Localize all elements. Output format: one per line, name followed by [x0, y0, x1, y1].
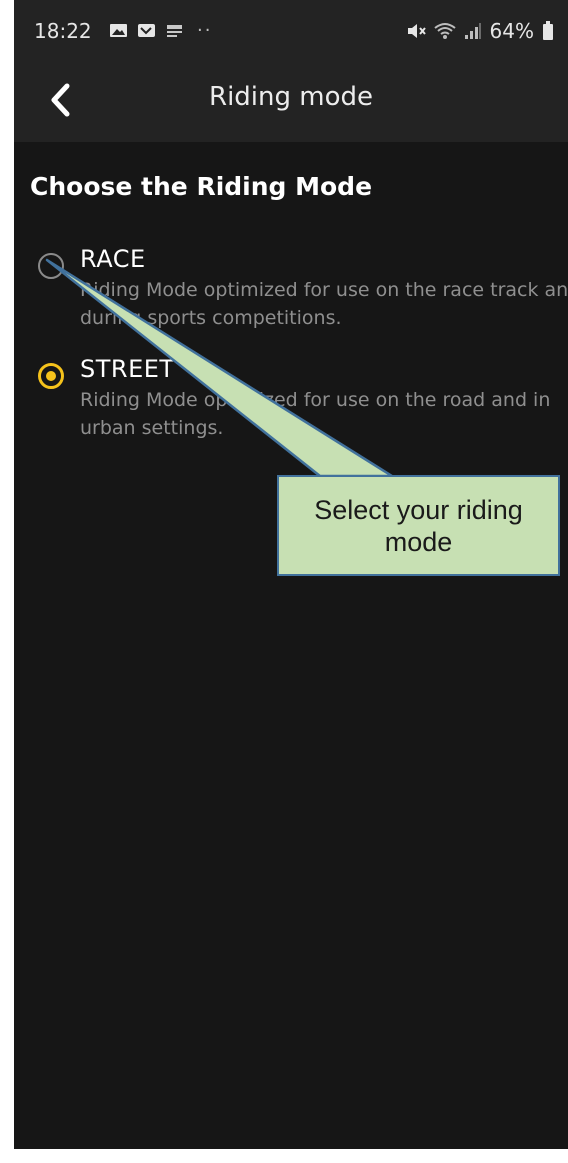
signal-icon	[464, 23, 481, 39]
gallery-icon	[110, 24, 127, 37]
more-notifications-dots: ··	[197, 20, 213, 41]
wifi-icon	[433, 23, 456, 39]
street-radio-button[interactable]	[38, 363, 64, 389]
annotation-callout: Select your riding mode	[277, 475, 560, 576]
battery-percent: 64%	[489, 19, 534, 43]
race-option[interactable]: RACE Riding Mode optimized for use on th…	[30, 245, 568, 335]
race-option-label: RACE	[80, 245, 146, 273]
app-bar: Riding mode	[14, 64, 568, 142]
street-option-description: Riding Mode optimized for use on the roa…	[80, 389, 551, 439]
mute-icon	[407, 24, 426, 38]
battery-icon	[543, 21, 553, 40]
race-option-description: Riding Mode optimized for use on the rac…	[80, 279, 568, 329]
page-title: Riding mode	[209, 82, 373, 112]
notification-icons: ··	[109, 20, 212, 41]
news-icon	[167, 25, 182, 37]
street-option[interactable]: STREET Riding Mode optimized for use on …	[30, 355, 568, 445]
street-option-label: STREET	[80, 355, 175, 383]
status-time: 18:22	[34, 19, 92, 43]
race-radio-button[interactable]	[38, 253, 64, 279]
section-title: Choose the Riding Mode	[30, 172, 373, 201]
system-status: 64%	[406, 19, 554, 43]
notification-app-icon	[138, 24, 155, 37]
status-bar: 18:22 ·· 64%	[14, 0, 568, 64]
